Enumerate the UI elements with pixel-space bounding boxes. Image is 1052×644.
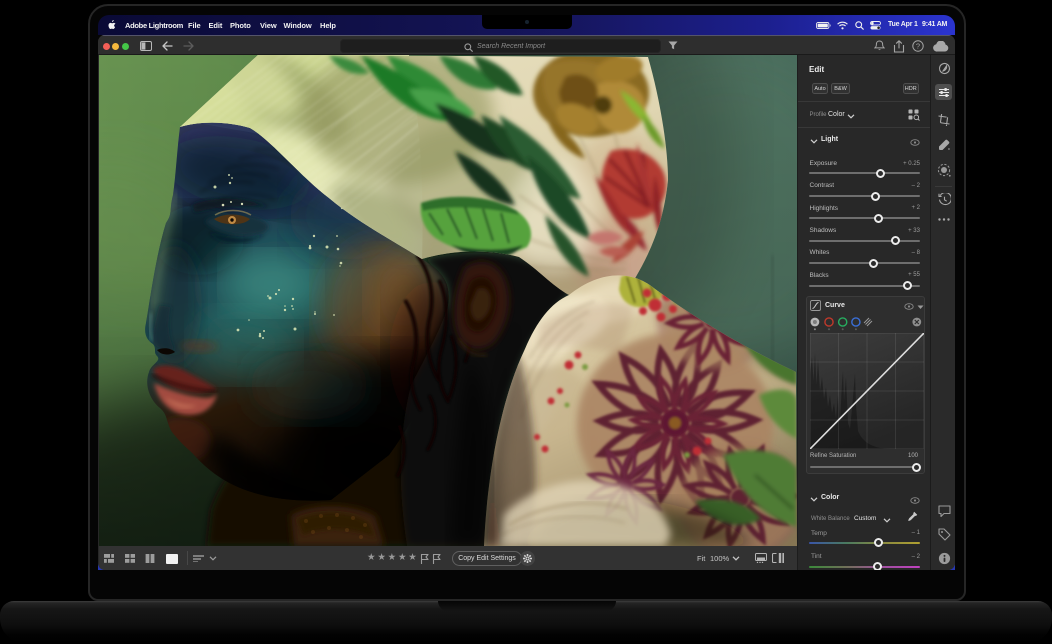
svg-text:?: ? [916, 42, 920, 51]
